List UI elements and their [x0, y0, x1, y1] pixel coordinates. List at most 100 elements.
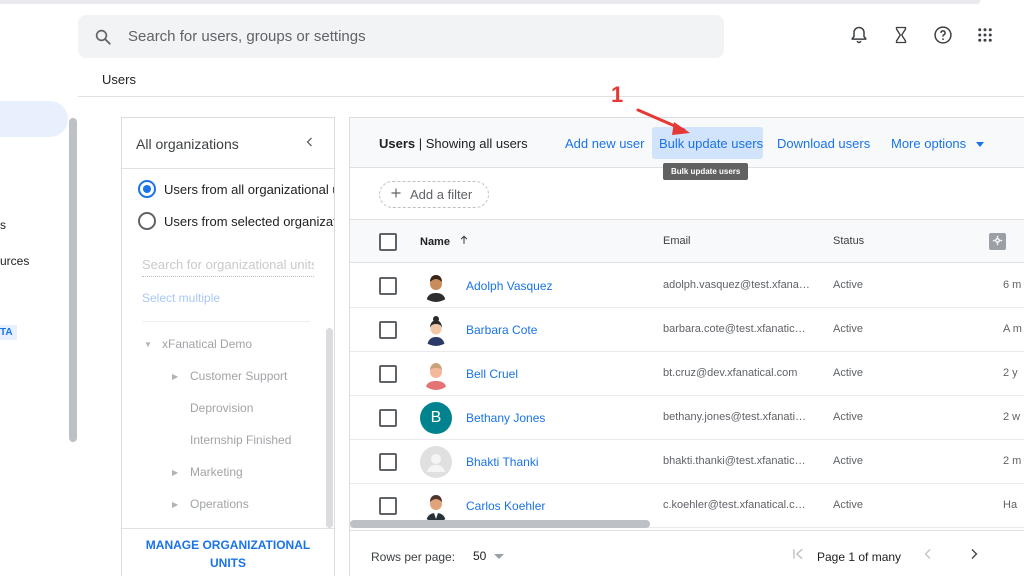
radio-label: Users from all organizational units	[164, 181, 334, 197]
avatar-initial: B	[430, 409, 442, 426]
add-filter-label: Add a filter	[410, 187, 473, 202]
user-avatar	[420, 314, 452, 346]
row-checkbox[interactable]	[379, 497, 397, 515]
user-last-signin: 2 w	[1003, 411, 1021, 423]
user-name-link[interactable]: Bethany Jones	[466, 411, 545, 425]
search-input[interactable]	[128, 28, 688, 45]
user-last-signin: 6 m	[1003, 279, 1022, 291]
row-checkbox[interactable]	[379, 409, 397, 427]
caret-down-icon	[976, 142, 985, 148]
column-header-email[interactable]: Email	[663, 235, 691, 247]
download-users-button[interactable]: Download users	[777, 136, 870, 151]
sidebar-item-active[interactable]	[0, 101, 68, 137]
table-footer: Rows per page: 50 Page 1 of many	[350, 530, 1024, 577]
user-status: Active	[833, 323, 863, 335]
user-avatar	[420, 490, 452, 522]
browser-top-strip	[0, 0, 1024, 6]
user-status: Active	[833, 499, 863, 511]
previous-page-button[interactable]	[919, 547, 937, 565]
apps-grid-icon[interactable]	[974, 24, 996, 46]
user-name-link[interactable]: Carlos Koehler	[466, 499, 545, 513]
global-search[interactable]	[78, 15, 724, 58]
manage-label-line2: UNITS	[210, 556, 246, 570]
row-checkbox[interactable]	[379, 277, 397, 295]
user-name-link[interactable]: Bell Cruel	[466, 367, 518, 381]
user-status: Active	[833, 279, 863, 291]
more-options-button[interactable]: More options	[891, 136, 985, 151]
page-indicator: Page 1 of many	[817, 550, 902, 564]
column-settings-button[interactable]	[989, 233, 1006, 250]
table-row[interactable]: B Bethany Jones bethany.jones@test.xfana…	[350, 396, 1024, 440]
tree-item-label: Marketing	[190, 465, 243, 479]
search-icon	[78, 28, 128, 46]
tree-item[interactable]: ▶ Customer Support	[172, 369, 287, 383]
header-divider	[78, 96, 1024, 97]
org-panel-title: All organizations	[136, 136, 239, 152]
first-page-button[interactable]	[789, 547, 807, 565]
manage-org-units-button[interactable]: MANAGE ORGANIZATIONAL UNITS	[136, 536, 320, 572]
user-name-link[interactable]: Barbara Cote	[466, 323, 537, 337]
table-row[interactable]: Bhakti Thanki bhakti.thanki@test.xfanati…	[350, 440, 1024, 484]
user-avatar	[420, 270, 452, 302]
row-checkbox[interactable]	[379, 321, 397, 339]
annotation-step-number: 1	[611, 82, 624, 107]
tree-item[interactable]: Deprovision	[172, 401, 253, 415]
tree-item-label: Operations	[190, 497, 249, 511]
org-units-panel: All organizations Users from all organiz…	[121, 117, 335, 576]
user-avatar	[420, 358, 452, 390]
radio-all-org-units[interactable]: Users from all organizational units	[138, 180, 334, 198]
rows-per-page-value: 50	[473, 549, 487, 563]
sidebar-scrollbar[interactable]	[69, 118, 77, 442]
rows-per-page-select[interactable]: 50	[473, 549, 505, 563]
user-avatar-initial: B	[420, 402, 452, 434]
collapse-panel-button[interactable]	[300, 134, 320, 154]
sidebar-item-fragment[interactable]: urces	[0, 254, 29, 268]
user-status: Active	[833, 411, 863, 423]
table-horizontal-scrollbar[interactable]	[350, 520, 650, 528]
user-last-signin: 2 m	[1003, 455, 1022, 467]
tree-item-label: Customer Support	[190, 369, 288, 383]
user-status: Active	[833, 367, 863, 379]
breadcrumb: Users	[102, 72, 136, 87]
caret-right-icon: ▶	[172, 371, 179, 381]
tree-item[interactable]: ▶ Marketing	[172, 465, 243, 479]
user-last-signin: Ha	[1003, 499, 1018, 511]
user-email: adolph.vasquez@test.xfana…	[663, 279, 810, 291]
beta-badge: TA	[0, 325, 17, 340]
row-checkbox[interactable]	[379, 453, 397, 471]
select-multiple-link[interactable]: Select multiple	[142, 291, 220, 305]
row-checkbox[interactable]	[379, 365, 397, 383]
user-avatar-placeholder	[420, 446, 452, 478]
bell-icon[interactable]	[848, 24, 870, 46]
table-row[interactable]: Barbara Cote barbara.cote@test.xfanatic……	[350, 308, 1024, 352]
next-page-button[interactable]	[965, 547, 983, 565]
column-header-status[interactable]: Status	[833, 235, 864, 247]
table-row[interactable]: Adolph Vasquez adolph.vasquez@test.xfana…	[350, 264, 1024, 308]
manage-label-line1: MANAGE ORGANIZATIONAL	[145, 538, 311, 552]
tree-item[interactable]: Internship Finished	[172, 433, 291, 447]
radio-selected-org-units[interactable]: Users from selected organizational units	[138, 212, 334, 230]
table-row[interactable]: Bell Cruel bt.cruz@dev.xfanatical.com Ac…	[350, 352, 1024, 396]
user-last-signin: A m	[1003, 323, 1022, 335]
chevron-left-icon	[922, 547, 934, 565]
user-name-link[interactable]: Adolph Vasquez	[466, 279, 553, 293]
org-tree-scrollbar[interactable]	[326, 328, 333, 528]
tree-item-root[interactable]: ▼ xFanatical Demo	[144, 337, 252, 351]
hourglass-icon[interactable]	[890, 24, 912, 46]
help-icon[interactable]	[932, 24, 954, 46]
caret-down-icon: ▼	[144, 339, 152, 349]
plus-icon	[390, 187, 402, 202]
tree-item-label: Deprovision	[190, 401, 254, 415]
caret-right-icon: ▶	[172, 499, 179, 509]
radio-selected-indicator	[138, 180, 156, 198]
tree-item-label: xFanatical Demo	[162, 337, 253, 351]
sidebar-item-fragment[interactable]: s	[0, 218, 6, 232]
select-all-checkbox[interactable]	[379, 233, 397, 251]
org-search-input[interactable]	[142, 255, 314, 277]
user-name-link[interactable]: Bhakti Thanki	[466, 455, 539, 469]
user-status: Active	[833, 455, 863, 467]
chevron-right-icon	[968, 547, 980, 565]
add-filter-button[interactable]: Add a filter	[379, 181, 489, 208]
column-header-name[interactable]: Name	[420, 235, 469, 248]
tree-item[interactable]: ▶ Operations	[172, 497, 249, 511]
